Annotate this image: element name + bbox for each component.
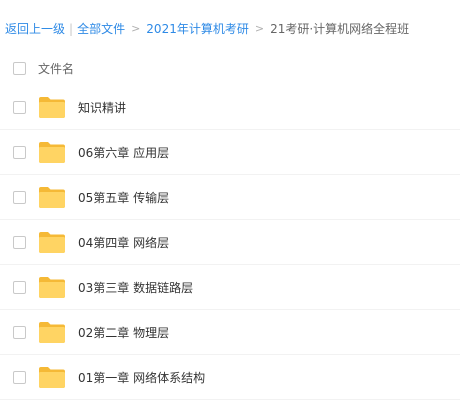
- folder-icon: [39, 97, 65, 118]
- folder-icon: [39, 142, 65, 163]
- folder-icon: [39, 322, 65, 343]
- file-name[interactable]: 02第二章 物理层: [78, 323, 169, 343]
- folder-icon: [39, 187, 65, 208]
- file-name[interactable]: 04第四章 网络层: [78, 233, 169, 253]
- file-name[interactable]: 06第六章 应用层: [78, 143, 169, 163]
- row-checkbox[interactable]: [13, 326, 26, 339]
- chevron-right-icon: >: [131, 22, 141, 35]
- all-files-link[interactable]: 全部文件: [77, 19, 125, 39]
- list-item[interactable]: 02第二章 物理层: [0, 311, 460, 355]
- row-checkbox[interactable]: [13, 101, 26, 114]
- breadcrumb: 返回上一级 | 全部文件 > 2021年计算机考研 > 21考研·计算机网络全程…: [5, 19, 409, 39]
- back-link[interactable]: 返回上一级: [5, 19, 65, 39]
- list-item[interactable]: 知识精讲: [0, 86, 460, 130]
- folder-icon: [39, 232, 65, 253]
- list-item[interactable]: 05第五章 传输层: [0, 176, 460, 220]
- list-item[interactable]: 03第三章 数据链路层: [0, 266, 460, 310]
- list-item[interactable]: 06第六章 应用层: [0, 131, 460, 175]
- file-name[interactable]: 03第三章 数据链路层: [78, 278, 193, 298]
- parent-folder-link[interactable]: 2021年计算机考研: [146, 19, 249, 39]
- chevron-right-icon: >: [254, 22, 265, 35]
- file-name[interactable]: 知识精讲: [78, 98, 126, 118]
- row-checkbox[interactable]: [13, 281, 26, 294]
- breadcrumb-divider: |: [69, 22, 74, 36]
- file-name[interactable]: 05第五章 传输层: [78, 188, 169, 208]
- row-checkbox[interactable]: [13, 371, 26, 384]
- list-item[interactable]: 01第一章 网络体系结构: [0, 356, 460, 400]
- row-checkbox[interactable]: [13, 191, 26, 204]
- file-list-header: 文件名: [0, 52, 460, 84]
- list-item[interactable]: 04第四章 网络层: [0, 221, 460, 265]
- filename-column-header: 文件名: [38, 61, 75, 76]
- folder-icon: [39, 367, 65, 388]
- row-checkbox[interactable]: [13, 146, 26, 159]
- select-all-checkbox[interactable]: [13, 62, 26, 75]
- row-checkbox[interactable]: [13, 236, 26, 249]
- current-folder-label: 21考研·计算机网络全程班: [270, 22, 410, 36]
- folder-icon: [39, 277, 65, 298]
- file-name[interactable]: 01第一章 网络体系结构: [78, 368, 205, 388]
